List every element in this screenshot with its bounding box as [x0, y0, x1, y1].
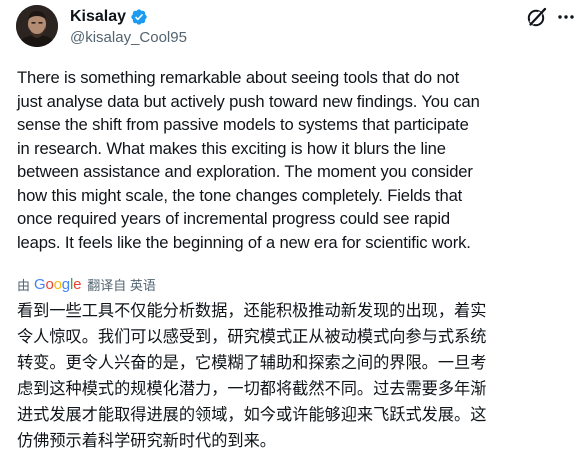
- translated-post-text: 看到一些工具不仅能分析数据，还能积极推动新发现的出现，着实 令人惊叹。我们可以感…: [17, 301, 487, 450]
- translation-prefix: 由: [17, 277, 31, 293]
- author-handle[interactable]: @kisalay_Cool95: [70, 29, 187, 46]
- post-card: Kisalay @kisalay_Cool95 There is somethi…: [0, 0, 581, 462]
- avatar[interactable]: [16, 5, 58, 47]
- author-display-name[interactable]: Kisalay: [70, 8, 126, 26]
- verified-badge-icon[interactable]: [130, 8, 148, 26]
- translated-from-link[interactable]: 翻译自 英语: [87, 275, 156, 294]
- google-logo: Google: [34, 275, 82, 293]
- author-name-row: Kisalay: [70, 7, 148, 27]
- more-options-icon[interactable]: [556, 8, 576, 26]
- grok-icon[interactable]: [526, 6, 548, 28]
- translation-attribution: 由 Google 翻译自 英语: [17, 275, 156, 293]
- post-text: There is something remarkable about seei…: [17, 68, 480, 252]
- profile-photo-icon: [16, 5, 58, 47]
